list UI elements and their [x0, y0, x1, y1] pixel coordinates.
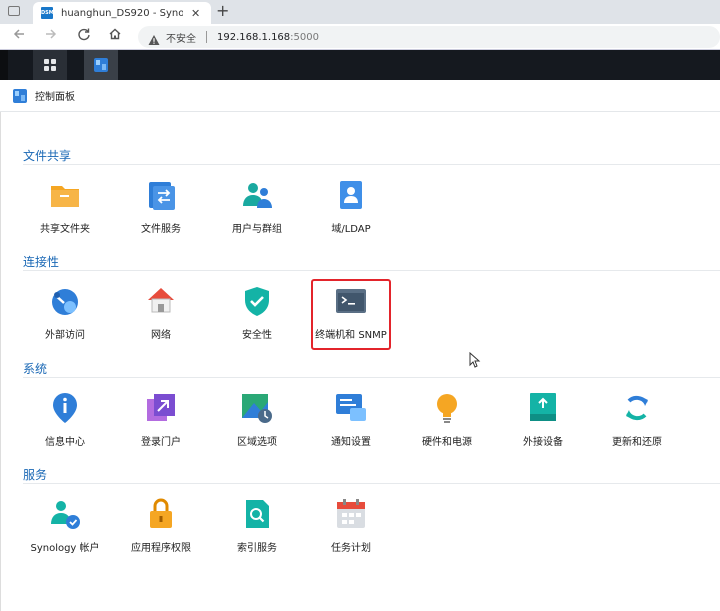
file-services-icon [149, 182, 175, 210]
section-divider [23, 164, 720, 165]
item-label: 共享文件夹 [40, 224, 90, 235]
back-arrow-icon[interactable] [12, 27, 26, 45]
mouse-cursor-icon [469, 351, 481, 372]
notification-icon [336, 394, 366, 421]
dsm-favicon-icon: DSM [41, 7, 54, 19]
calendar-icon [337, 499, 365, 528]
folder-icon [51, 186, 79, 207]
item-label: 外部访问 [45, 330, 85, 341]
item-login-portal[interactable]: 登录门户 [113, 387, 209, 459]
tab-title: huanghun_DS920 - Synology NA [61, 7, 183, 19]
item-external-devices[interactable]: 外接设备 [495, 387, 591, 459]
control-panel-icon [13, 88, 27, 103]
section-divider [23, 483, 720, 484]
update-icon [626, 395, 648, 421]
url-text[interactable]: 192.168.1.168:5000 [217, 32, 319, 43]
browser-tab-bar: DSM huanghun_DS920 - Synology NA ✕ + [0, 0, 720, 24]
synology-account-icon [51, 501, 80, 529]
item-label: 区域选项 [237, 437, 277, 448]
item-task-scheduler[interactable]: 任务计划 [303, 493, 399, 565]
new-tab-button[interactable]: + [216, 1, 229, 20]
login-portal-icon [147, 394, 175, 421]
item-hardware-power[interactable]: 硬件和电源 [399, 387, 495, 459]
item-info-center[interactable]: 信息中心 [17, 387, 113, 459]
external-device-icon [530, 393, 556, 421]
control-panel-content: 文件共享 共享文件夹 文件服务 用户与群组 域/LDAP 连接性 外部访问 网络… [0, 112, 720, 611]
item-label: 文件服务 [141, 224, 181, 235]
item-shared-folder[interactable]: 共享文件夹 [17, 174, 113, 246]
url-port: :5000 [290, 31, 319, 43]
home-icon[interactable] [108, 27, 122, 45]
security-label[interactable]: 不安全 [166, 30, 196, 45]
item-label: Synology 帐户 [30, 543, 100, 554]
highlight-box [311, 279, 391, 350]
item-app-privileges[interactable]: 应用程序权限 [113, 493, 209, 565]
item-file-services[interactable]: 文件服务 [113, 174, 209, 246]
item-users-groups[interactable]: 用户与群组 [209, 174, 305, 246]
section-divider [23, 270, 720, 271]
item-label: 应用程序权限 [131, 543, 191, 554]
item-update-restore[interactable]: 更新和还原 [589, 387, 685, 459]
lock-icon [150, 498, 172, 528]
reload-icon[interactable] [77, 27, 91, 45]
warning-icon[interactable] [148, 31, 160, 45]
item-label: 网络 [151, 330, 171, 341]
item-label: 域/LDAP [331, 224, 371, 235]
item-label: 任务计划 [331, 543, 371, 554]
section-title-services: 服务 [23, 468, 48, 482]
users-icon [243, 183, 272, 208]
item-external-access[interactable]: 外部访问 [17, 280, 113, 352]
close-icon[interactable]: ✕ [191, 7, 200, 20]
item-label: 硬件和电源 [422, 437, 472, 448]
item-notification[interactable]: 通知设置 [303, 387, 399, 459]
window-header: 控制面板 [0, 80, 720, 112]
item-domain-ldap[interactable]: 域/LDAP [303, 174, 399, 246]
item-synology-account[interactable]: Synology 帐户 [17, 493, 113, 565]
control-panel-taskbar-button[interactable] [84, 50, 118, 80]
item-label: 更新和还原 [612, 437, 662, 448]
forward-arrow-icon[interactable] [44, 27, 58, 45]
info-icon [53, 393, 77, 423]
item-label: 登录门户 [141, 437, 181, 448]
main-menu-button[interactable] [33, 50, 67, 80]
item-network[interactable]: 网络 [113, 280, 209, 352]
url-host: 192.168.1.168 [217, 31, 291, 43]
section-divider [23, 377, 720, 378]
external-access-icon [52, 289, 78, 315]
item-indexing-service[interactable]: 索引服务 [209, 493, 305, 565]
item-security[interactable]: 安全性 [209, 280, 305, 352]
control-panel-icon [94, 58, 108, 72]
section-title-connectivity: 连接性 [23, 255, 60, 269]
item-label: 外接设备 [523, 437, 563, 448]
window-title: 控制面板 [35, 92, 75, 103]
lightbulb-icon [437, 394, 457, 423]
index-search-icon [246, 500, 269, 528]
taskbar-edge [0, 50, 8, 80]
item-label: 信息中心 [45, 437, 85, 448]
item-label: 索引服务 [237, 543, 277, 554]
item-label: 通知设置 [331, 437, 371, 448]
section-title-system: 系统 [23, 362, 48, 376]
grid-icon [44, 59, 56, 71]
divider [206, 31, 207, 43]
browser-tab[interactable]: DSM huanghun_DS920 - Synology NA ✕ [33, 2, 211, 24]
shield-icon [245, 287, 269, 316]
item-regional-options[interactable]: 区域选项 [209, 387, 305, 459]
item-label: 用户与群组 [232, 224, 282, 235]
dsm-taskbar [0, 50, 720, 80]
network-icon [148, 288, 174, 313]
tab-search-icon[interactable] [8, 6, 20, 16]
item-label: 安全性 [242, 330, 272, 341]
section-title-file-sharing: 文件共享 [23, 149, 72, 163]
ldap-icon [340, 181, 362, 209]
address-bar[interactable]: 不安全 192.168.1.168:5000 [138, 26, 720, 48]
region-icon [242, 394, 272, 423]
browser-toolbar: 不安全 192.168.1.168:5000 [0, 24, 720, 50]
